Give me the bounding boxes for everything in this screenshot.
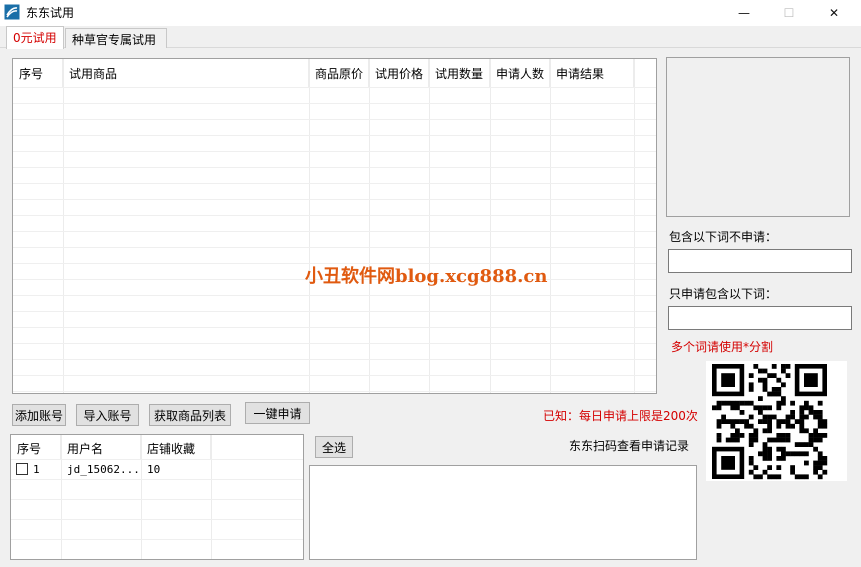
tab-strip: 0元试用 种草官专属试用	[0, 26, 861, 49]
fetch-products-button[interactable]: 获取商品列表	[149, 404, 231, 426]
scan-qr-notice: 东东扫码查看申请记录	[569, 439, 690, 453]
apply-all-button[interactable]: 一键申请	[245, 402, 310, 424]
product-table[interactable]: 序号 试用商品 商品原价 试用价格 试用数量 申请人数 申请结果	[12, 58, 657, 394]
minimize-button[interactable]: —	[721, 0, 767, 26]
accounts-table[interactable]: 序号 用户名 店铺收藏 1 jd_15062... 10	[10, 434, 304, 560]
maximize-button[interactable]: ☐	[766, 0, 812, 26]
account-row-checkbox[interactable]	[16, 463, 28, 475]
tab-exclusive-trial[interactable]: 种草官专属试用	[65, 28, 167, 49]
app-logo-icon	[4, 4, 20, 20]
close-button[interactable]: ✕	[811, 0, 857, 26]
qr-code-image	[712, 364, 828, 480]
include-words-label: 只申请包含以下词：	[669, 287, 778, 301]
daily-limit-notice: 已知：每日申请上限是200次	[543, 409, 698, 423]
column-header-result[interactable]: 申请结果	[550, 59, 634, 87]
account-column-username[interactable]: 用户名	[61, 435, 141, 459]
log-output-box[interactable]	[309, 465, 697, 560]
column-header-trial-price[interactable]: 试用价格	[369, 59, 429, 87]
accounts-table-header: 序号 用户名 店铺收藏	[11, 435, 303, 459]
exclude-words-input[interactable]	[668, 249, 852, 273]
product-preview-box	[666, 57, 850, 217]
column-header-applicants[interactable]: 申请人数	[490, 59, 550, 87]
column-header-trial-quantity[interactable]: 试用数量	[429, 59, 490, 87]
account-column-index[interactable]: 序号	[11, 435, 61, 459]
title-bar: 东东试用 — ☐ ✕	[0, 0, 861, 26]
column-header-product[interactable]: 试用商品	[63, 59, 309, 87]
tab-free-trial[interactable]: 0元试用	[6, 26, 64, 49]
watermark-text: 小丑软件网blog.xcg888.cn	[305, 266, 548, 287]
window-title: 东东试用	[26, 6, 75, 20]
add-account-button[interactable]: 添加账号	[12, 404, 66, 426]
separator-hint: 多个词请使用*分割	[671, 340, 774, 354]
column-header-original-price[interactable]: 商品原价	[309, 59, 369, 87]
account-row[interactable]: 1 jd_15062... 10	[11, 459, 303, 479]
account-row-favorites: 10	[147, 462, 161, 476]
product-table-header: 序号 试用商品 商品原价 试用价格 试用数量 申请人数 申请结果	[13, 59, 656, 87]
column-header-index[interactable]: 序号	[13, 59, 63, 87]
account-row-username: jd_15062...	[67, 462, 140, 476]
account-column-favorites[interactable]: 店铺收藏	[141, 435, 211, 459]
qr-code	[706, 361, 847, 481]
account-row-index: 1	[33, 462, 40, 476]
exclude-words-label: 包含以下词不申请：	[669, 230, 778, 244]
include-words-input[interactable]	[668, 306, 852, 330]
select-all-button[interactable]: 全选	[315, 436, 353, 458]
import-account-button[interactable]: 导入账号	[76, 404, 139, 426]
